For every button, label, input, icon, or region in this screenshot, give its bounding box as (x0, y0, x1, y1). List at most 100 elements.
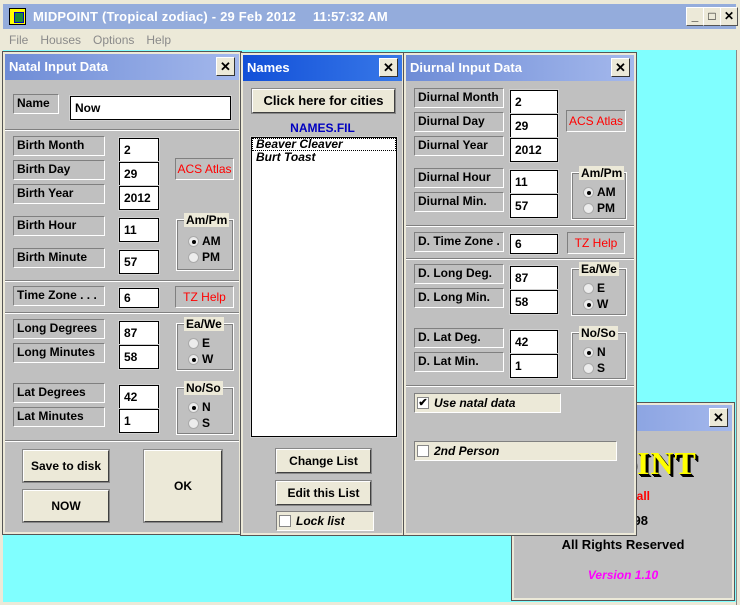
close-button[interactable]: ✕ (720, 7, 738, 26)
menu-houses[interactable]: Houses (34, 30, 87, 50)
pm-radio[interactable]: PM (188, 250, 220, 264)
diurnal-am-radio[interactable]: AM (583, 185, 616, 199)
checkbox-box (279, 515, 291, 527)
diurnal-hour-input[interactable]: 11 (509, 169, 559, 195)
diurnal-south-radio[interactable]: S (583, 361, 605, 375)
radio-dot (188, 353, 199, 365)
diurnal-year-input[interactable]: 2012 (509, 137, 559, 163)
names-listbox[interactable]: Beaver Cleaver Burt Toast (250, 136, 398, 438)
birth-year-input[interactable]: 2012 (118, 185, 160, 211)
lat-minutes-input[interactable]: 1 (118, 408, 160, 434)
birth-minute-input[interactable]: 57 (118, 249, 160, 275)
divider (406, 258, 634, 260)
birth-month-label: Birth Month (13, 136, 105, 156)
name-input[interactable]: Now (69, 95, 232, 121)
birth-year-label: Birth Year (13, 184, 105, 204)
diurnal-year-label: Diurnal Year (414, 136, 504, 156)
minimize-button[interactable]: _ (686, 7, 704, 26)
app-icon[interactable] (9, 8, 26, 25)
save-to-disk-button[interactable]: Save to disk (22, 449, 110, 483)
edit-list-button[interactable]: Edit this List (275, 480, 372, 506)
use-natal-data-label: Use natal data (434, 396, 516, 410)
menu-file[interactable]: File (3, 30, 34, 50)
menu-options[interactable]: Options (87, 30, 140, 50)
diurnal-time-zone-input[interactable]: 6 (509, 233, 559, 255)
ea-we-group: Ea/We E W (176, 317, 234, 371)
south-radio[interactable]: S (188, 416, 210, 430)
west-radio[interactable]: W (188, 352, 213, 366)
d-lat-min-input[interactable]: 1 (509, 353, 559, 379)
diurnal-time-zone-label: D. Time Zone . (414, 232, 504, 252)
lock-list-checkbox[interactable]: Lock list (276, 511, 374, 531)
diurnal-input-dialog: Diurnal Input Data ✕ Diurnal Month 2 Diu… (403, 52, 637, 536)
maximize-button[interactable]: □ (703, 7, 721, 26)
lat-degrees-label: Lat Degrees (13, 383, 105, 403)
name-label: Name (13, 94, 59, 114)
diurnal-tz-help-link[interactable]: TZ Help (567, 232, 625, 254)
diurnal-north-radio[interactable]: N (583, 345, 606, 359)
names-close-button[interactable]: ✕ (379, 58, 398, 77)
diurnal-pm-radio[interactable]: PM (583, 201, 615, 215)
radio-dot (583, 298, 594, 310)
diurnal-east-radio[interactable]: E (583, 281, 605, 295)
diurnal-close-button[interactable]: ✕ (611, 58, 630, 77)
ok-button[interactable]: OK (143, 449, 223, 523)
time-zone-input[interactable]: 6 (118, 287, 160, 309)
am-label: AM (202, 234, 221, 248)
diurnal-minute-input[interactable]: 57 (509, 193, 559, 219)
natal-close-button[interactable]: ✕ (216, 57, 235, 76)
diurnal-month-input[interactable]: 2 (509, 89, 559, 115)
no-so-title: No/So (579, 326, 618, 340)
north-radio[interactable]: N (188, 400, 211, 414)
radio-dot (583, 202, 594, 214)
diurnal-acs-atlas-link[interactable]: ACS Atlas (566, 110, 626, 132)
long-minutes-input[interactable]: 58 (118, 344, 160, 370)
about-close-button[interactable]: ✕ (709, 408, 728, 427)
west-label: W (597, 297, 609, 311)
acs-atlas-link[interactable]: ACS Atlas (175, 158, 234, 180)
menu-bar: File Houses Options Help (3, 30, 736, 50)
east-label: E (202, 336, 211, 350)
am-radio[interactable]: AM (188, 234, 221, 248)
long-degrees-input[interactable]: 87 (118, 320, 160, 346)
birth-minute-label: Birth Minute (13, 248, 105, 268)
radio-dot (583, 186, 594, 198)
second-person-label: 2nd Person (434, 444, 500, 458)
cities-button[interactable]: Click here for cities (251, 88, 396, 114)
south-label: S (597, 361, 606, 375)
birth-month-input[interactable]: 2 (118, 137, 160, 163)
d-long-deg-input[interactable]: 87 (509, 265, 559, 291)
d-long-min-input[interactable]: 58 (509, 289, 559, 315)
ea-we-title: Ea/We (579, 262, 619, 276)
second-person-checkbox[interactable]: 2nd Person (414, 441, 617, 461)
diurnal-day-input[interactable]: 29 (509, 113, 559, 139)
title-bar[interactable]: MIDPOINT (Tropical zodiac) - 29 Feb 2012… (3, 4, 738, 29)
use-natal-data-checkbox[interactable]: ✔ Use natal data (414, 393, 561, 413)
now-button[interactable]: NOW (22, 489, 110, 523)
ampm-title: Am/Pm (184, 213, 230, 227)
birth-day-input[interactable]: 29 (118, 161, 160, 187)
pm-label: PM (202, 250, 220, 264)
diurnal-ampm-group: Am/Pm AM PM (571, 166, 627, 220)
lock-list-label: Lock list (296, 514, 345, 528)
birth-hour-input[interactable]: 11 (118, 217, 160, 243)
change-list-button[interactable]: Change List (275, 448, 372, 474)
clock-time: 11:57:32 AM (313, 9, 388, 24)
diurnal-ea-we-group: Ea/We E W (571, 262, 627, 316)
west-label: W (202, 352, 214, 366)
main-window: MIDPOINT (Tropical zodiac) - 29 Feb 2012… (0, 0, 740, 605)
north-label: N (202, 400, 211, 414)
d-lat-deg-input[interactable]: 42 (509, 329, 559, 355)
east-radio[interactable]: E (188, 336, 210, 350)
lat-degrees-input[interactable]: 42 (118, 384, 160, 410)
list-item[interactable]: Burt Toast (252, 151, 396, 164)
birth-hour-label: Birth Hour (13, 216, 105, 236)
menu-help[interactable]: Help (140, 30, 177, 50)
diurnal-no-so-group: No/So N S (571, 326, 627, 380)
tz-help-link[interactable]: TZ Help (175, 286, 234, 308)
divider (5, 440, 239, 442)
diurnal-west-radio[interactable]: W (583, 297, 608, 311)
lat-minutes-label: Lat Minutes (13, 407, 105, 427)
d-lat-min-label: D. Lat Min. (414, 352, 504, 372)
d-long-deg-label: D. Long Deg. (414, 264, 504, 284)
